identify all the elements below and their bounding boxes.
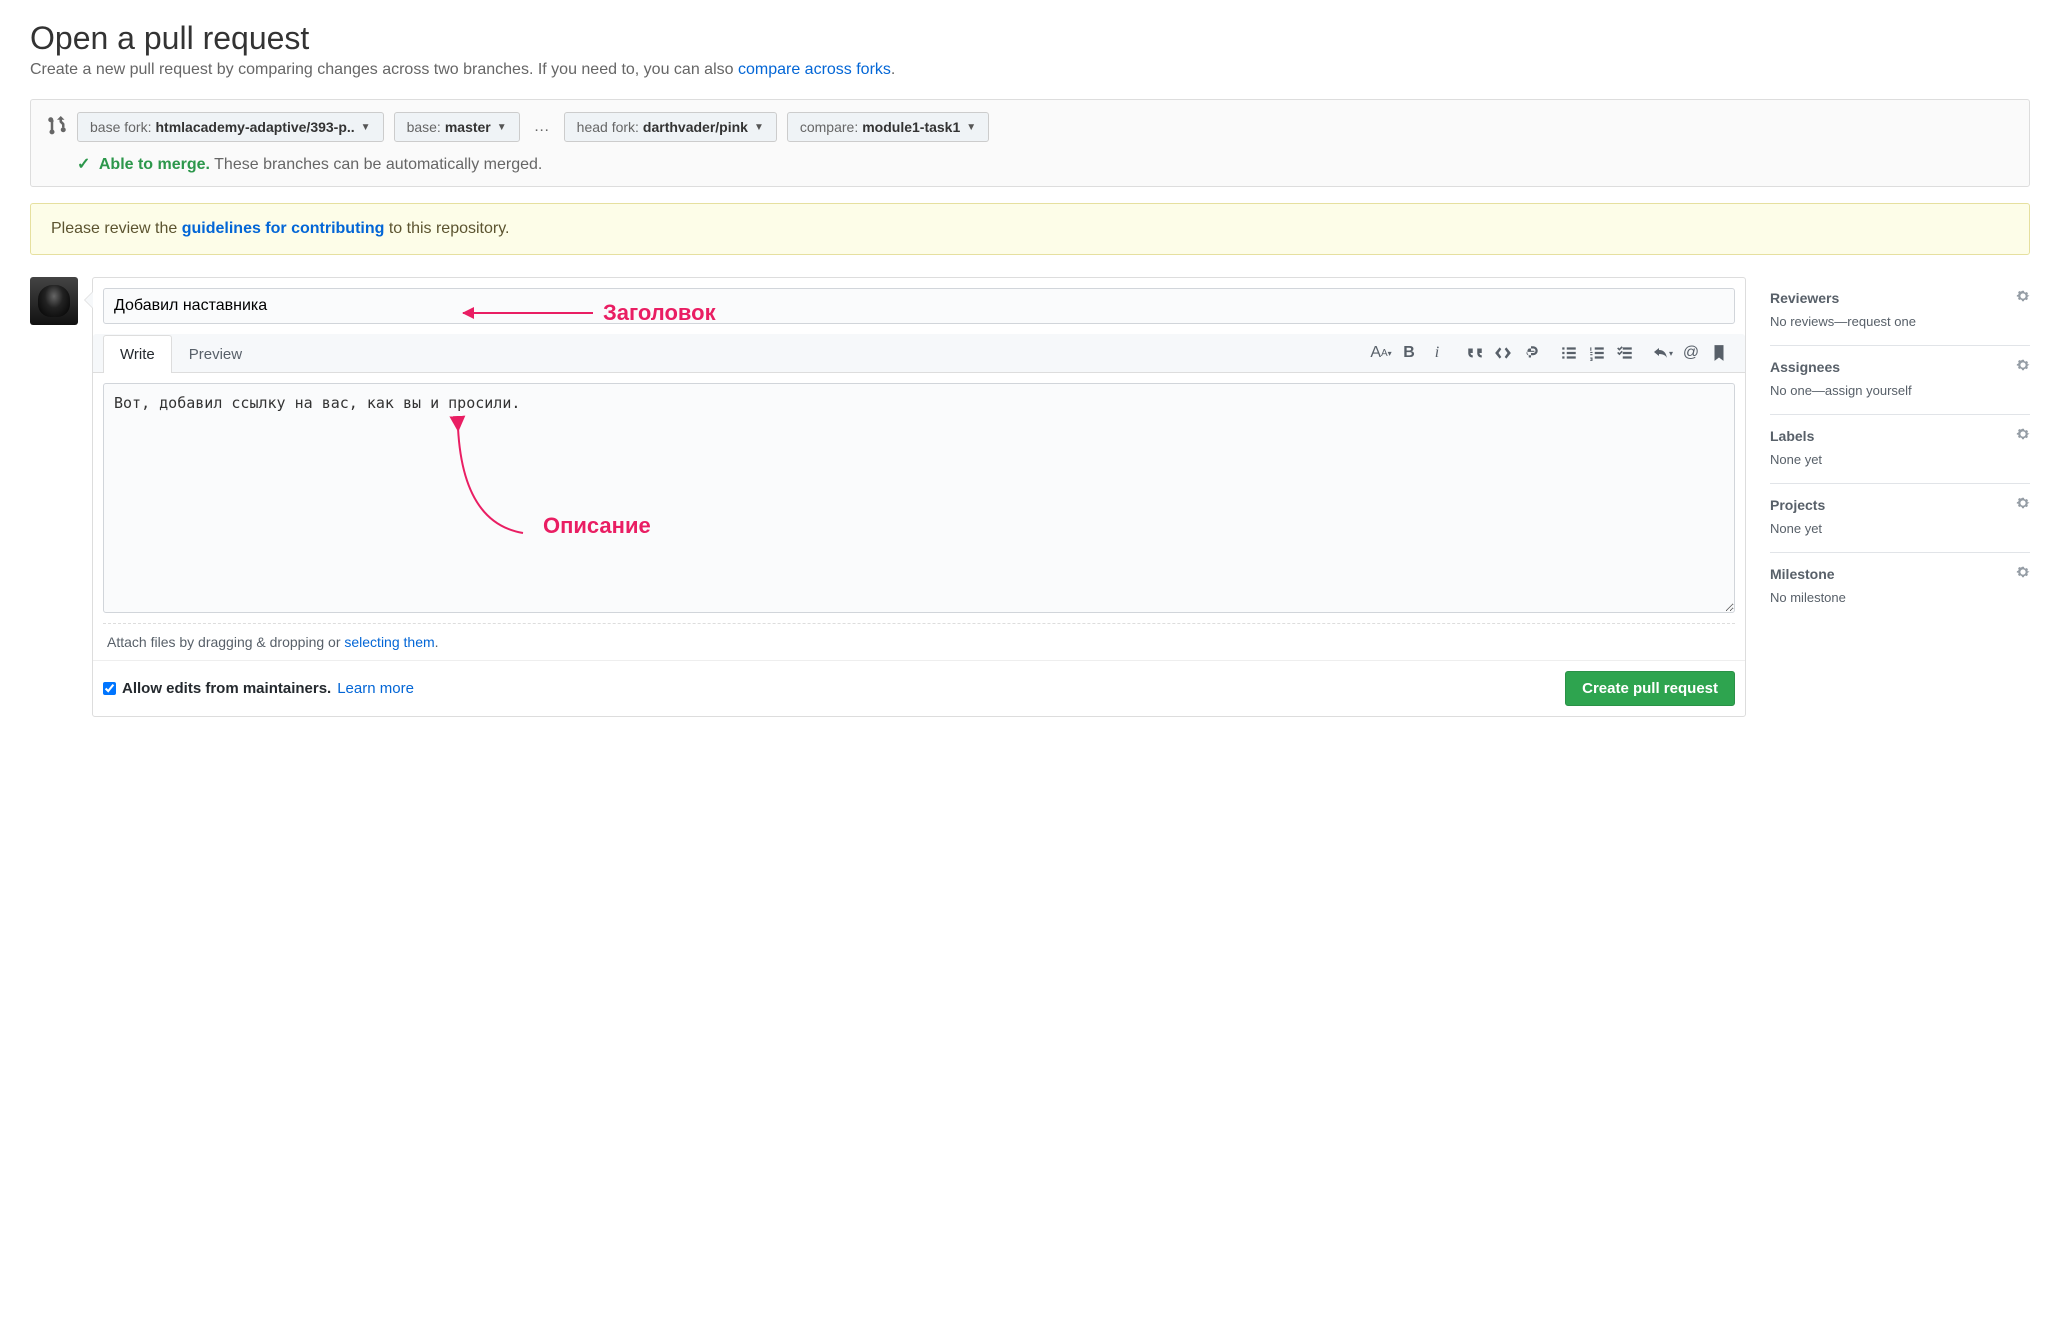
sidebar-assignees: Assignees No one—assign yourself	[1770, 346, 2030, 415]
tab-preview[interactable]: Preview	[172, 335, 259, 373]
head-fork-value: darthvader/pink	[643, 119, 748, 135]
editor-tab-bar: Write Preview AA▾ B i	[93, 334, 1745, 373]
caret-down-icon: ▼	[966, 122, 976, 133]
bookmark-icon[interactable]	[1709, 343, 1729, 363]
attach-hint-pre: Attach files by dragging & dropping or	[107, 634, 344, 650]
guidelines-link[interactable]: guidelines for contributing	[182, 220, 385, 237]
reply-icon[interactable]: ▾	[1653, 343, 1673, 363]
code-icon[interactable]	[1493, 343, 1513, 363]
check-icon: ✓	[77, 156, 90, 173]
gear-icon[interactable]	[2016, 565, 2030, 582]
contributing-notice: Please review the guidelines for contrib…	[30, 203, 2030, 255]
notice-post: to this repository.	[389, 220, 510, 237]
sidebar-labels: Labels None yet	[1770, 415, 2030, 484]
gear-icon[interactable]	[2016, 358, 2030, 375]
pr-body-textarea[interactable]	[103, 383, 1735, 613]
base-branch-selector[interactable]: base: master ▼	[394, 112, 520, 142]
sidebar-projects: Projects None yet	[1770, 484, 2030, 553]
attach-hint: Attach files by dragging & dropping or s…	[103, 623, 1735, 660]
list-unordered-icon[interactable]	[1559, 343, 1579, 363]
allow-edits-row: Allow edits from maintainers. Learn more	[103, 680, 414, 697]
base-fork-value: htmlacademy-adaptive/393-p..	[155, 119, 354, 135]
caret-down-icon: ▼	[754, 122, 764, 133]
merge-status: ✓ Able to merge. These branches can be a…	[47, 154, 2013, 174]
markdown-toolbar: AA▾ B i ▾	[1365, 335, 1735, 371]
sidebar-milestone: Milestone No milestone	[1770, 553, 2030, 621]
page-subtitle: Create a new pull request by comparing c…	[30, 61, 2030, 79]
compare-ellipsis: …	[530, 118, 554, 136]
page-title: Open a pull request	[30, 20, 2030, 57]
merge-msg: These branches can be automatically merg…	[214, 156, 542, 173]
merge-ok-text: Able to merge.	[99, 156, 210, 173]
sidebar: Reviewers No reviews—request one Assigne…	[1770, 277, 2030, 621]
compare-forks-link[interactable]: compare across forks	[738, 61, 891, 78]
base-value: master	[445, 119, 491, 135]
caret-down-icon: ▼	[497, 122, 507, 133]
assign-yourself-link[interactable]: assign yourself	[1825, 383, 1912, 398]
comment-arrow-icon	[85, 292, 93, 308]
gear-icon[interactable]	[2016, 427, 2030, 444]
learn-more-link[interactable]: Learn more	[337, 680, 414, 697]
head-fork-label: head fork:	[577, 119, 639, 135]
mention-icon[interactable]: @	[1681, 343, 1701, 363]
gear-icon[interactable]	[2016, 289, 2030, 306]
milestone-body: No milestone	[1770, 590, 2030, 605]
tab-write[interactable]: Write	[103, 335, 172, 373]
compare-branch-selector[interactable]: compare: module1-task1 ▼	[787, 112, 989, 142]
gear-icon[interactable]	[2016, 496, 2030, 513]
projects-title: Projects	[1770, 497, 1825, 513]
assignees-body-pre: No one—	[1770, 383, 1825, 398]
subtitle-pre: Create a new pull request by comparing c…	[30, 61, 738, 78]
link-icon[interactable]	[1521, 343, 1541, 363]
projects-body: None yet	[1770, 521, 2030, 536]
tasklist-icon[interactable]	[1615, 343, 1635, 363]
compare-box: base fork: htmlacademy-adaptive/393-p.. …	[30, 99, 2030, 187]
pr-title-input[interactable]	[103, 288, 1735, 324]
notice-pre: Please review the	[51, 220, 182, 237]
base-fork-selector[interactable]: base fork: htmlacademy-adaptive/393-p.. …	[77, 112, 384, 142]
subtitle-post: .	[891, 61, 895, 78]
quote-icon[interactable]	[1465, 343, 1485, 363]
comment-box: Заголовок Write Preview AA▾ B i	[92, 277, 1746, 717]
git-compare-icon	[47, 116, 67, 139]
text-size-icon[interactable]: AA▾	[1371, 343, 1391, 363]
allow-edits-checkbox[interactable]	[103, 682, 116, 695]
list-ordered-icon[interactable]	[1587, 343, 1607, 363]
labels-body: None yet	[1770, 452, 2030, 467]
base-fork-label: base fork:	[90, 119, 151, 135]
base-label: base:	[407, 119, 441, 135]
assignees-title: Assignees	[1770, 359, 1840, 375]
bold-icon[interactable]: B	[1399, 343, 1419, 363]
avatar	[30, 277, 78, 325]
caret-down-icon: ▼	[361, 122, 371, 133]
labels-title: Labels	[1770, 428, 1814, 444]
attach-hint-post: .	[435, 634, 439, 650]
reviewers-body: No reviews—request one	[1770, 314, 2030, 329]
italic-icon[interactable]: i	[1427, 343, 1447, 363]
allow-edits-label: Allow edits from maintainers.	[122, 680, 331, 697]
head-fork-selector[interactable]: head fork: darthvader/pink ▼	[564, 112, 777, 142]
attach-select-link[interactable]: selecting them	[344, 634, 434, 650]
sidebar-reviewers: Reviewers No reviews—request one	[1770, 277, 2030, 346]
create-pr-button[interactable]: Create pull request	[1565, 671, 1735, 706]
compare-label: compare:	[800, 119, 858, 135]
reviewers-title: Reviewers	[1770, 290, 1839, 306]
assignees-body: No one—assign yourself	[1770, 383, 2030, 398]
compare-value: module1-task1	[862, 119, 960, 135]
milestone-title: Milestone	[1770, 566, 1835, 582]
